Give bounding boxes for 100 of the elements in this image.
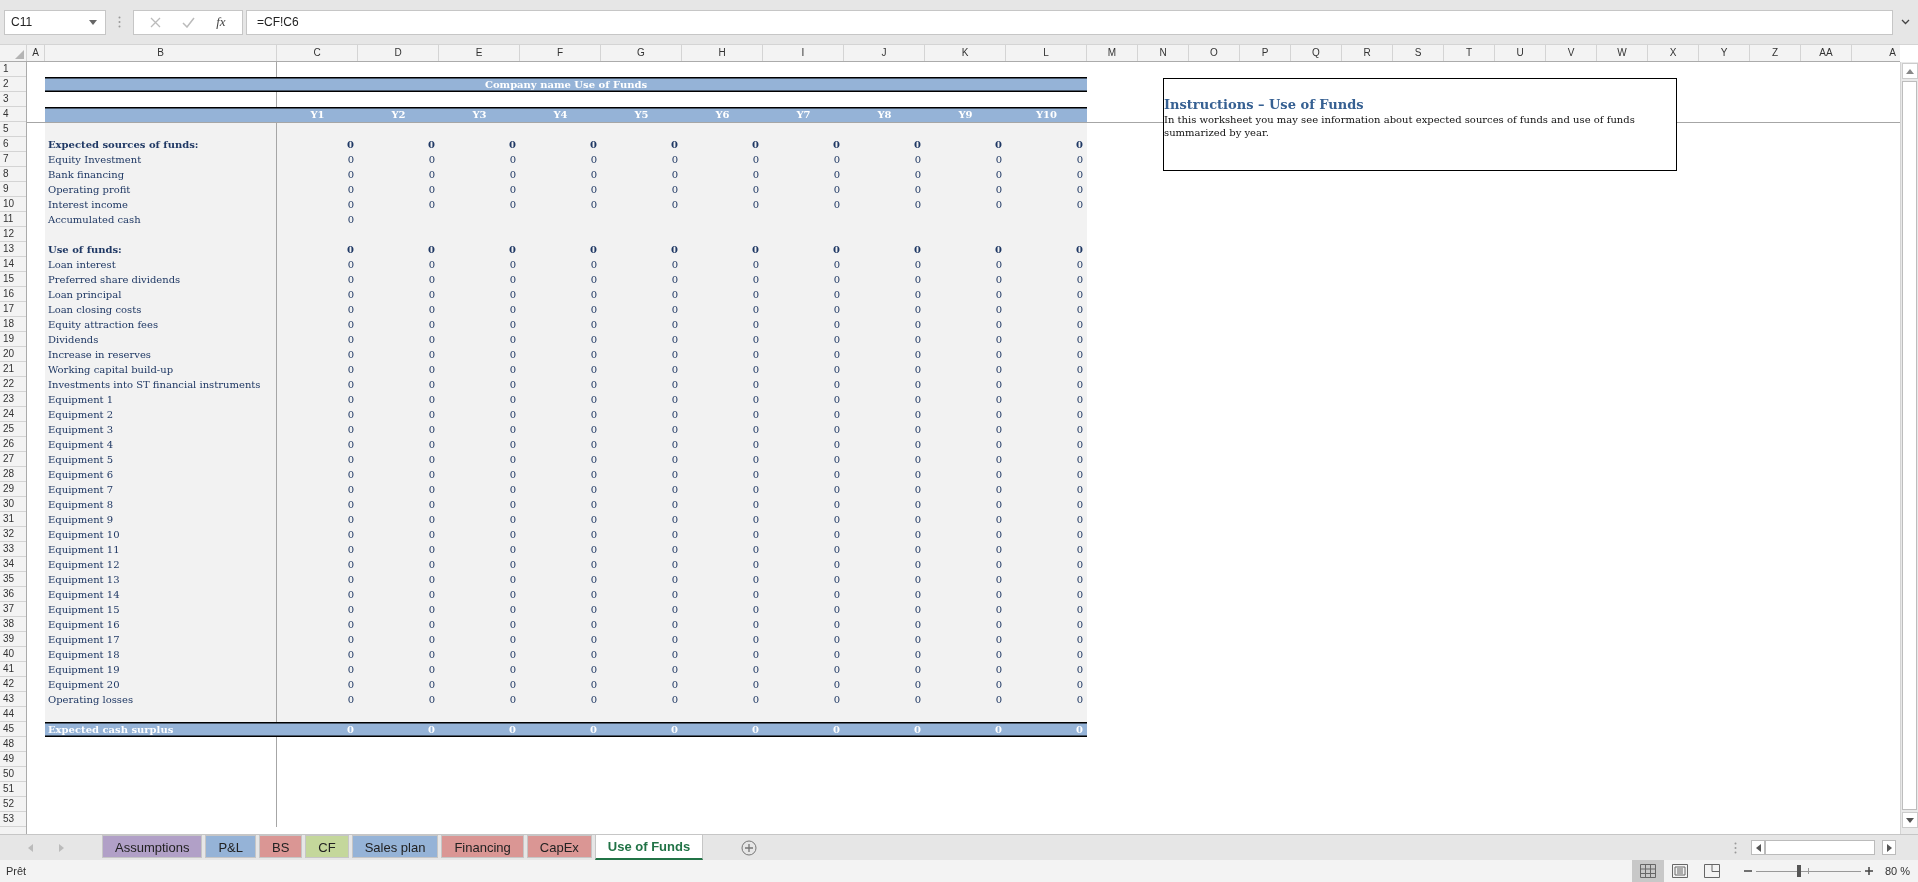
row-header[interactable]: 15: [3, 273, 15, 284]
row-header[interactable]: 53: [3, 813, 15, 824]
row-header[interactable]: 36: [3, 588, 15, 599]
row-header[interactable]: 5: [3, 123, 9, 134]
row-header[interactable]: 17: [3, 303, 15, 314]
column-header[interactable]: W: [1597, 45, 1648, 61]
row-header[interactable]: 9: [3, 183, 9, 194]
column-header[interactable]: AA: [1801, 45, 1852, 61]
column-header[interactable]: E: [439, 45, 520, 61]
column-header[interactable]: Y: [1699, 45, 1750, 61]
row-header[interactable]: 10: [3, 198, 15, 209]
column-header[interactable]: O: [1189, 45, 1240, 61]
scroll-down-button[interactable]: [1901, 812, 1918, 828]
row-header[interactable]: 20: [3, 348, 15, 359]
column-header[interactable]: H: [682, 45, 763, 61]
row-header[interactable]: 37: [3, 603, 15, 614]
row-header[interactable]: 11: [3, 213, 14, 224]
chevron-down-icon[interactable]: [1901, 19, 1910, 25]
row-header[interactable]: 24: [3, 408, 15, 419]
row-header[interactable]: 45: [3, 723, 15, 734]
row-header[interactable]: 3: [3, 93, 9, 104]
row-header[interactable]: 44: [3, 708, 15, 719]
scroll-thumb[interactable]: [1765, 840, 1875, 855]
row-header[interactable]: 49: [3, 753, 15, 764]
zoom-in-icon[interactable]: [1864, 867, 1873, 875]
row-header[interactable]: 31: [3, 513, 15, 524]
row-header[interactable]: 21: [3, 363, 15, 374]
column-header[interactable]: A: [27, 45, 45, 61]
scroll-right-button[interactable]: [1882, 840, 1896, 855]
row-header[interactable]: 39: [3, 633, 15, 644]
row-header[interactable]: 14: [3, 258, 15, 269]
column-header[interactable]: F: [520, 45, 601, 61]
zoom-level[interactable]: 80 %: [1884, 865, 1910, 877]
column-header[interactable]: G: [601, 45, 682, 61]
column-header[interactable]: D: [358, 45, 439, 61]
scroll-left-button[interactable]: [1751, 840, 1765, 855]
row-header[interactable]: 52: [3, 798, 15, 809]
row-header[interactable]: 27: [3, 453, 15, 464]
row-header[interactable]: 26: [3, 438, 15, 449]
name-box[interactable]: C11: [4, 9, 106, 35]
row-header[interactable]: 22: [3, 378, 15, 389]
column-header[interactable]: L: [1006, 45, 1087, 61]
row-header[interactable]: 40: [3, 648, 15, 659]
row-header[interactable]: 12: [3, 228, 15, 239]
column-header[interactable]: X: [1648, 45, 1699, 61]
sheet-tab[interactable]: Financing: [441, 835, 524, 858]
row-header[interactable]: 35: [3, 573, 15, 584]
row-header[interactable]: 38: [3, 618, 15, 629]
column-header[interactable]: M: [1087, 45, 1138, 61]
row-header[interactable]: 32: [3, 528, 15, 539]
row-header[interactable]: 16: [3, 288, 15, 299]
scroll-up-button[interactable]: [1901, 63, 1918, 79]
column-header[interactable]: Q: [1291, 45, 1342, 61]
row-header[interactable]: 30: [3, 498, 15, 509]
column-header[interactable]: B: [45, 45, 277, 61]
row-header[interactable]: 43: [3, 693, 15, 704]
sheet-tab[interactable]: CapEx: [526, 835, 592, 858]
row-header[interactable]: 1: [3, 63, 9, 74]
row-header[interactable]: 4: [3, 108, 9, 119]
insert-function-button[interactable]: fx: [216, 14, 226, 30]
row-header[interactable]: 34: [3, 558, 15, 569]
sheet-tab[interactable]: P&L: [205, 835, 256, 858]
column-header[interactable]: P: [1240, 45, 1291, 61]
row-header[interactable]: 50: [3, 768, 15, 779]
column-header[interactable]: I: [763, 45, 844, 61]
row-header[interactable]: 41: [3, 663, 15, 674]
row-header[interactable]: 29: [3, 483, 15, 494]
row-header[interactable]: 19: [3, 333, 15, 344]
row-header[interactable]: 25: [3, 423, 15, 434]
column-header[interactable]: V: [1546, 45, 1597, 61]
column-header[interactable]: S: [1393, 45, 1444, 61]
column-header[interactable]: J: [844, 45, 925, 61]
column-header[interactable]: Z: [1750, 45, 1801, 61]
sheet-tab[interactable]: Assumptions: [102, 835, 203, 858]
row-header[interactable]: 2: [3, 78, 9, 89]
column-header[interactable]: N: [1138, 45, 1189, 61]
scroll-thumb[interactable]: [1902, 81, 1917, 810]
row-header[interactable]: 33: [3, 543, 15, 554]
row-header[interactable]: 28: [3, 468, 15, 479]
row-header[interactable]: 8: [3, 168, 9, 179]
zoom-slider[interactable]: [1755, 865, 1861, 877]
row-header[interactable]: 42: [3, 678, 15, 689]
sheet-tab[interactable]: Sales plan: [351, 835, 439, 858]
column-header[interactable]: K: [925, 45, 1006, 61]
row-header[interactable]: 23: [3, 393, 15, 404]
sheet-tab[interactable]: Use of Funds: [594, 835, 704, 860]
column-header[interactable]: A: [1852, 45, 1900, 61]
row-header[interactable]: 6: [3, 138, 9, 149]
row-header[interactable]: 48: [3, 738, 15, 749]
zoom-out-icon[interactable]: [1743, 867, 1752, 875]
row-header[interactable]: 18: [3, 318, 15, 329]
normal-view-button[interactable]: [1631, 860, 1664, 882]
row-header[interactable]: 51: [3, 783, 15, 794]
formula-field[interactable]: =CF!C6: [246, 9, 1893, 35]
sheet-tab[interactable]: BS: [259, 835, 303, 858]
column-header[interactable]: R: [1342, 45, 1393, 61]
checkmark-icon[interactable]: [182, 16, 196, 28]
sheet-tab[interactable]: CF: [305, 835, 349, 858]
column-header[interactable]: T: [1444, 45, 1495, 61]
row-header[interactable]: 13: [3, 243, 15, 254]
